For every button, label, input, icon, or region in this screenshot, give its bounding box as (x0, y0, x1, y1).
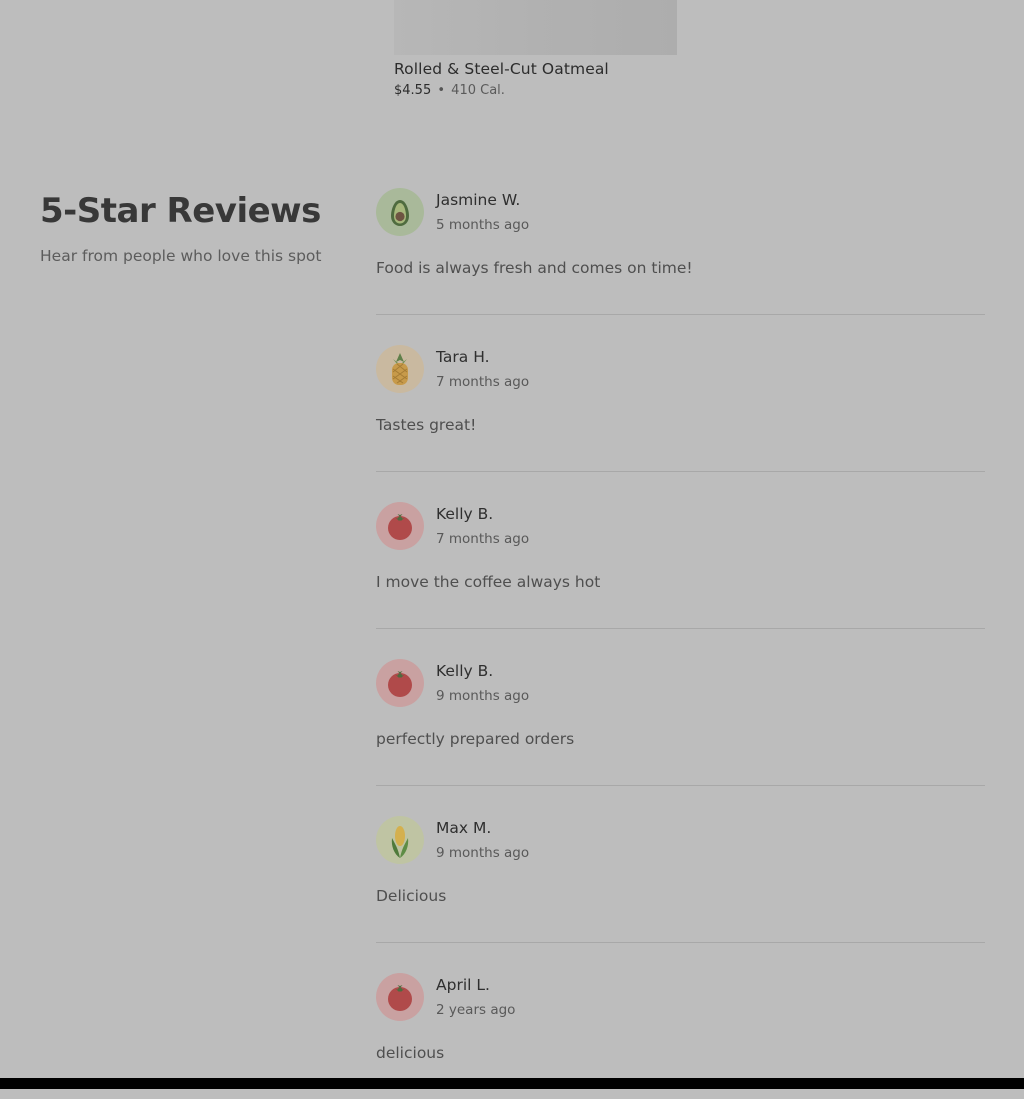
corn-icon (391, 826, 409, 858)
reviewer-name: April L. (436, 976, 490, 994)
pineapple-icon (392, 353, 408, 385)
reviewer-avatar (376, 345, 424, 393)
review-date: 9 months ago (436, 688, 530, 704)
reviewer-avatar (376, 816, 424, 864)
review-text: I move the coffee always hot (376, 573, 601, 591)
review-list: Jasmine W. 5 months ago Food is always f… (376, 157, 985, 1099)
review-item: Tara H. 7 months ago Tastes great! (376, 314, 985, 471)
review-date: 7 months ago (436, 531, 530, 547)
bottom-edge-bar (0, 1078, 1024, 1089)
menu-item-meta: $4.55 • 410 Cal. (394, 82, 677, 100)
reviewer-name: Kelly B. (436, 505, 494, 523)
tomato-icon (388, 671, 412, 697)
menu-item-price: $4.55 (394, 83, 432, 98)
review-text: perfectly prepared orders (376, 730, 575, 748)
review-text: Delicious (376, 887, 447, 905)
reviewer-name: Kelly B. (436, 662, 494, 680)
review-item: Kelly B. 7 months ago I move the coffee … (376, 471, 985, 628)
review-item: Jasmine W. 5 months ago Food is always f… (376, 157, 985, 314)
review-date: 9 months ago (436, 845, 530, 861)
review-text: Food is always fresh and comes on time! (376, 259, 693, 277)
reviewer-name: Jasmine W. (436, 191, 521, 209)
reviewer-name: Tara H. (436, 348, 490, 366)
menu-item-calories: 410 Cal. (451, 83, 505, 98)
avocado-icon (391, 200, 409, 226)
menu-item-image (394, 0, 677, 55)
tomato-icon (388, 514, 412, 540)
reviewer-avatar (376, 502, 424, 550)
review-date: 5 months ago (436, 217, 530, 233)
reviewer-avatar (376, 188, 424, 236)
reviewer-avatar (376, 973, 424, 1021)
review-text: Tastes great! (376, 416, 477, 434)
review-date: 7 months ago (436, 374, 530, 390)
review-item: Kelly B. 9 months ago perfectly prepared… (376, 628, 985, 785)
tomato-icon (388, 985, 412, 1011)
reviews-subtitle: Hear from people who love this spot (40, 247, 322, 265)
review-text: delicious (376, 1044, 445, 1062)
reviewer-name: Max M. (436, 819, 492, 837)
review-item: April L. 2 years ago delicious (376, 942, 985, 1099)
reviews-title: 5-Star Reviews (40, 191, 321, 231)
review-item: Max M. 9 months ago Delicious (376, 785, 985, 942)
review-date: 2 years ago (436, 1002, 516, 1018)
menu-item-card[interactable]: Rolled & Steel-Cut Oatmeal $4.55 • 410 C… (394, 0, 677, 100)
menu-item-separator: • (437, 83, 446, 98)
reviewer-avatar (376, 659, 424, 707)
menu-item-name: Rolled & Steel-Cut Oatmeal (394, 60, 609, 78)
